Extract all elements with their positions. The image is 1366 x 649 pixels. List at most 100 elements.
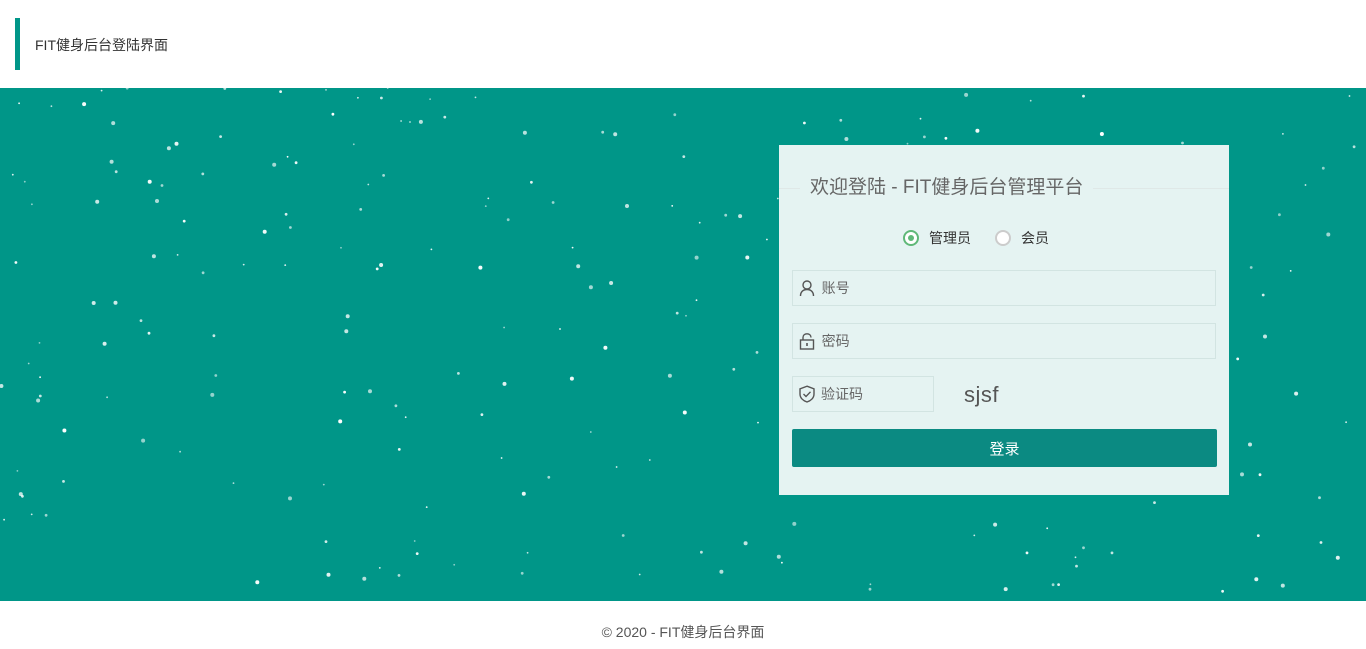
particle-dot: [844, 137, 849, 141]
particle-dot: [719, 569, 724, 574]
particle-dot: [625, 204, 629, 208]
particle-dot: [993, 522, 998, 527]
login-button[interactable]: 登录: [792, 429, 1217, 467]
particle-dot: [1345, 421, 1347, 424]
role-member-option[interactable]: 会员: [995, 228, 1049, 248]
particle-dot: [1051, 583, 1055, 587]
particle-dot: [698, 221, 701, 224]
particle-dot: [166, 146, 171, 151]
particle-dot: [648, 459, 651, 461]
particle-dot: [50, 105, 53, 108]
particle-dot: [36, 398, 41, 403]
account-input[interactable]: [821, 271, 1215, 305]
particle-dot: [179, 450, 182, 453]
particle-dot: [1278, 213, 1281, 217]
particle-dot: [1289, 270, 1292, 272]
captcha-image[interactable]: sjsf: [964, 382, 999, 408]
particle-dot: [31, 203, 33, 206]
particle-dot: [429, 98, 431, 100]
particle-dot: [682, 155, 686, 158]
particle-dot: [776, 554, 781, 559]
user-icon: [798, 278, 817, 298]
particle-dot: [1221, 589, 1224, 593]
particle-dot: [506, 218, 510, 222]
particle-dot: [1099, 132, 1104, 136]
particle-dot: [232, 482, 235, 484]
particle-dot: [484, 205, 487, 207]
particle-dot: [521, 491, 526, 496]
particle-dot: [1236, 357, 1240, 361]
particle-dot: [39, 376, 41, 379]
particle-dot: [1029, 99, 1032, 102]
particle-dot: [1352, 145, 1356, 149]
header-accent-bar: [15, 18, 20, 70]
particle-dot: [125, 88, 129, 90]
particle-dot: [400, 120, 402, 122]
particle-dot: [1074, 556, 1077, 559]
particle-dot: [766, 238, 768, 241]
particle-dot: [1181, 141, 1184, 145]
particle-dot: [609, 281, 614, 285]
particle-dot: [212, 334, 216, 338]
particle-dot: [368, 389, 372, 394]
particle-dot: [182, 219, 186, 223]
particle-dot: [685, 314, 687, 317]
particle-dot: [11, 173, 14, 176]
particle-dot: [673, 113, 677, 117]
particle-dot: [502, 381, 507, 386]
particle-dot: [219, 135, 223, 138]
particle-dot: [757, 421, 759, 424]
particle-dot: [944, 136, 948, 140]
particle-dot: [397, 574, 401, 577]
particle-dot: [695, 299, 698, 302]
page-footer: © 2020 - FIT健身后台界面: [0, 601, 1366, 649]
particle-dot: [1153, 501, 1156, 504]
page-title: FIT健身后台登陆界面: [35, 37, 168, 53]
particle-dot: [1057, 583, 1060, 586]
particle-dot: [147, 331, 151, 335]
particle-dot: [551, 201, 555, 204]
particle-dot: [1261, 293, 1265, 297]
particle-dot: [21, 494, 24, 498]
particle-dot: [210, 392, 215, 397]
particle-dot: [284, 212, 288, 216]
particle-dot: [16, 470, 19, 472]
particle-dot: [378, 567, 381, 569]
role-admin-option[interactable]: 管理员: [903, 228, 971, 248]
particle-dot: [522, 130, 527, 135]
particle-dot: [38, 342, 41, 344]
radio-member[interactable]: [995, 230, 1011, 246]
particle-dot: [1082, 546, 1085, 550]
particle-dot: [576, 264, 581, 269]
particle-dot: [359, 208, 363, 211]
particle-dot: [279, 90, 282, 93]
particle-dot: [1254, 577, 1259, 582]
particle-dot: [375, 267, 379, 271]
particle-dot: [839, 118, 843, 122]
particle-dot: [615, 466, 618, 468]
particle-dot: [671, 205, 674, 207]
particle-dot: [1110, 551, 1114, 555]
particle-dot: [147, 179, 152, 184]
particle-dot: [1248, 442, 1252, 447]
particle-dot: [284, 264, 287, 266]
particle-dot: [1025, 551, 1029, 555]
particle-dot: [1335, 555, 1340, 560]
particle-dot: [344, 329, 349, 334]
particle-dot: [114, 170, 118, 174]
particle-dot: [1280, 583, 1285, 588]
particle-dot: [589, 431, 592, 433]
particle-dot: [487, 197, 490, 200]
particle-dot: [100, 89, 103, 92]
particle-dot: [160, 184, 164, 187]
particle-dot: [638, 573, 641, 576]
particle-dot: [453, 563, 456, 566]
radio-admin[interactable]: [903, 230, 919, 246]
password-input[interactable]: [821, 324, 1215, 358]
particle-dot: [3, 518, 5, 521]
particle-dot: [569, 376, 574, 381]
particle-dot: [792, 521, 797, 526]
captcha-input[interactable]: [821, 377, 933, 411]
particle-dot: [621, 534, 625, 537]
particle-dot: [601, 130, 605, 134]
